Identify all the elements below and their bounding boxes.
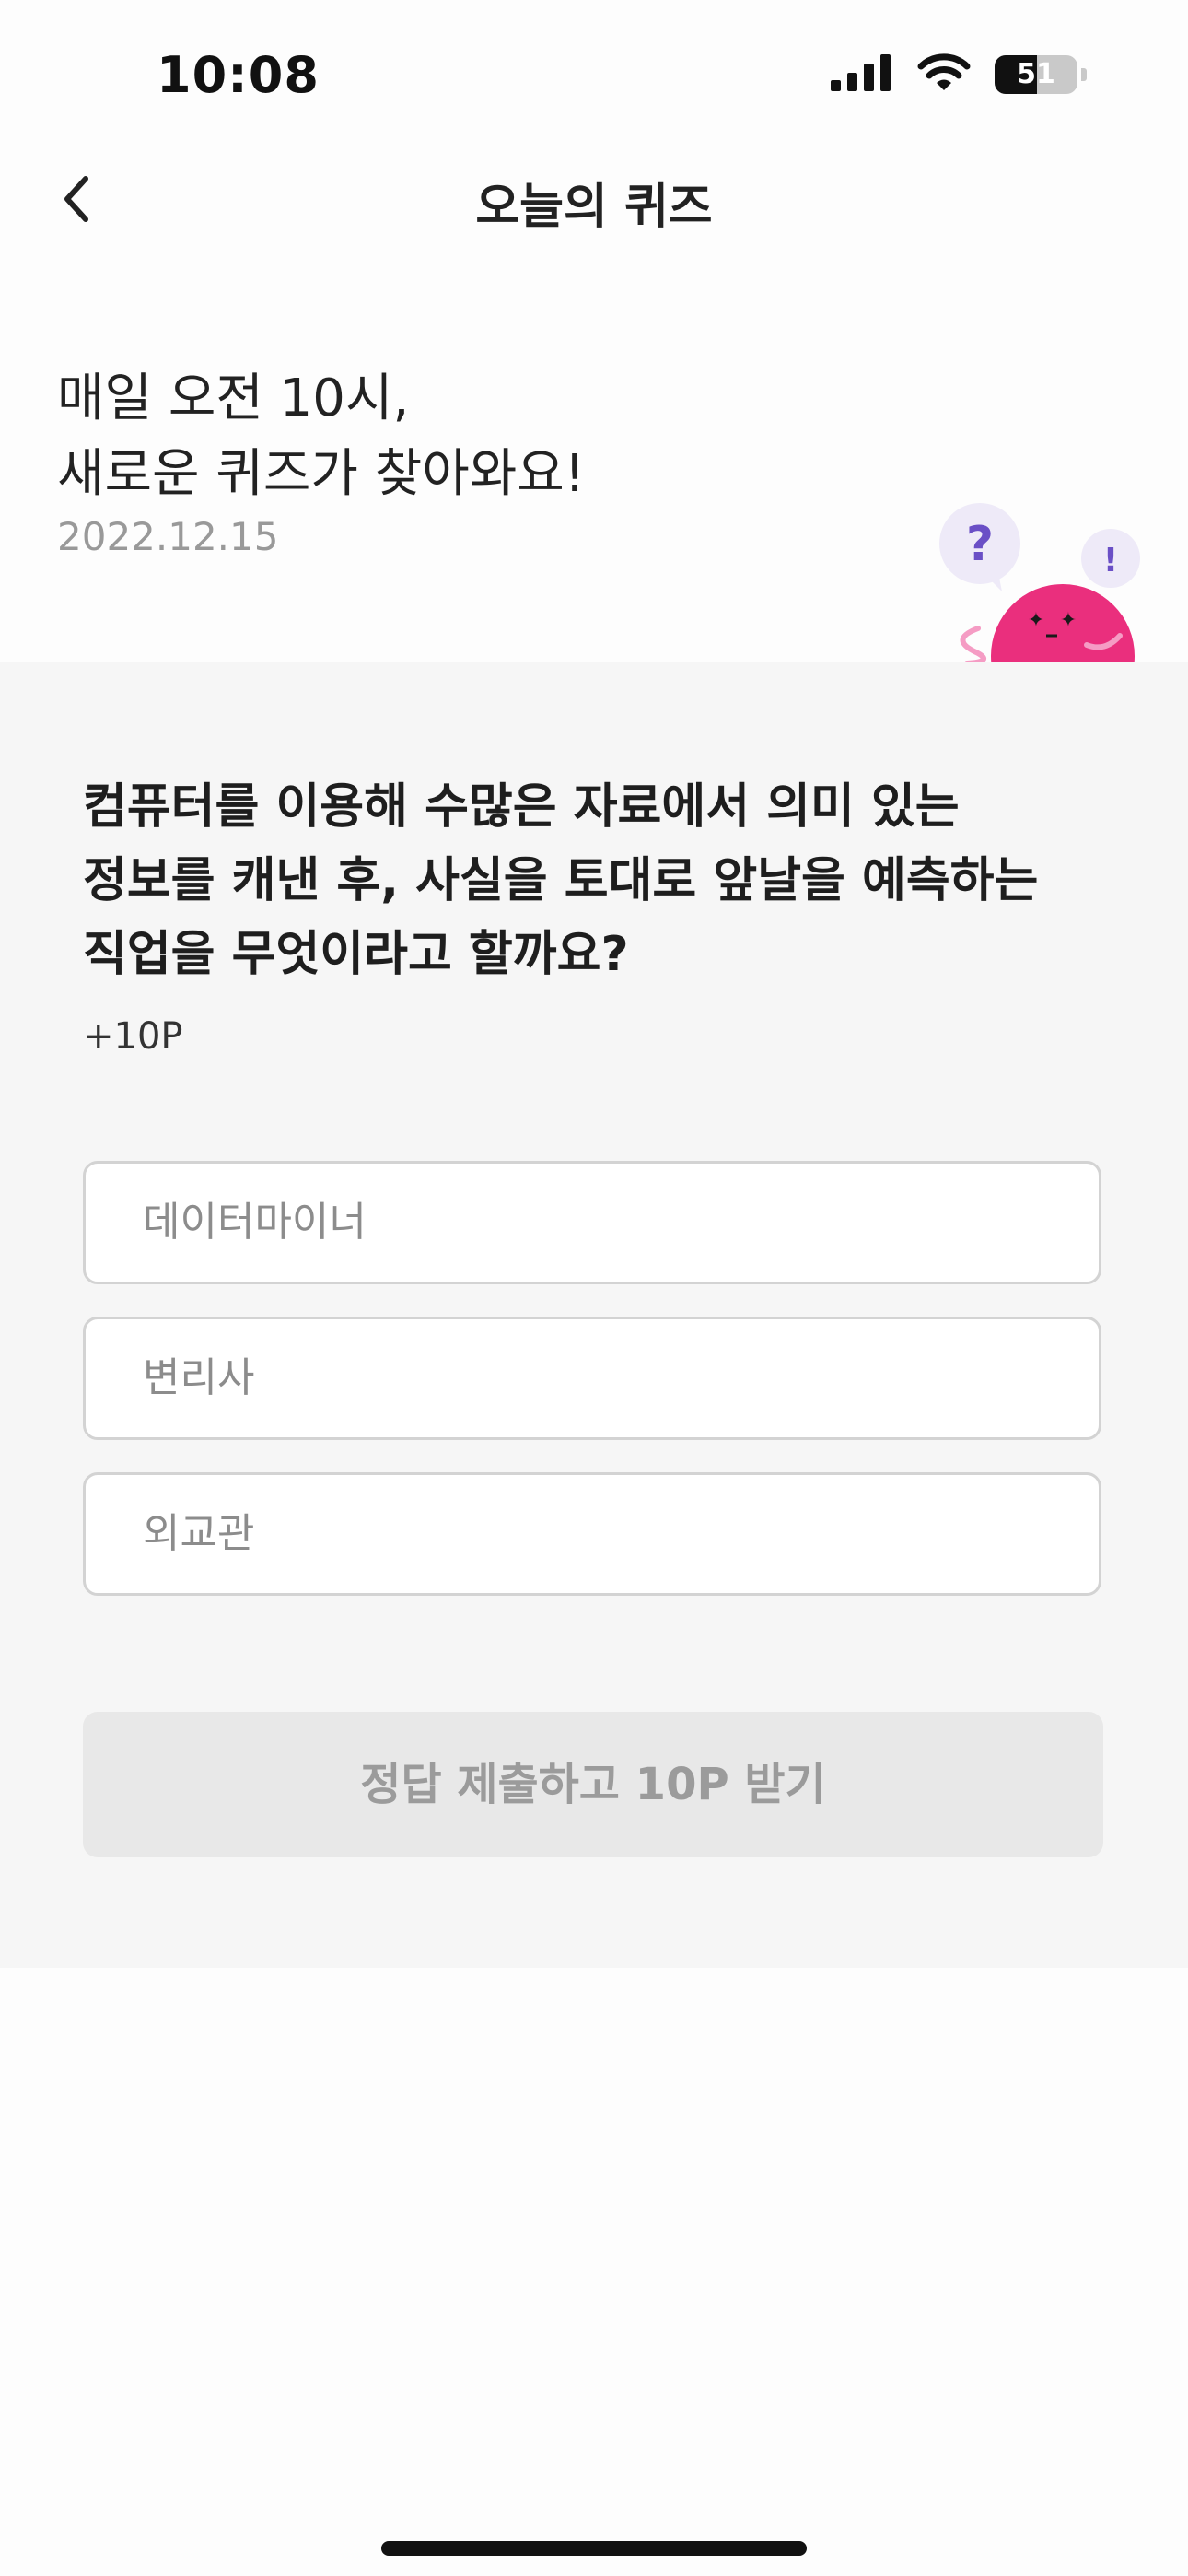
submit-answer-button[interactable]: 정답 제출하고 10P 받기 [83, 1712, 1103, 1857]
svg-text:✦: ✦ [1028, 609, 1044, 632]
answer-option-label: 외교관 [143, 1510, 255, 1557]
svg-text:✦: ✦ [1060, 609, 1077, 632]
answer-option-1[interactable]: 데이터마이너 [83, 1161, 1101, 1284]
svg-text:?: ? [966, 517, 994, 572]
answer-option-2[interactable]: 변리사 [83, 1317, 1101, 1440]
intro-heading-line1: 매일 오전 10시, [57, 369, 410, 428]
status-icons: 51 [831, 53, 1087, 96]
quiz-mascot-icon: ? ! ✦ ✦ [930, 488, 1151, 663]
intro-heading-line2: 새로운 퀴즈가 찾아와요! [57, 444, 586, 504]
quiz-date: 2022.12.15 [57, 514, 279, 559]
page-title: 오늘의 퀴즈 [475, 180, 713, 235]
quiz-question: 컴퓨터를 이용해 수많은 자료에서 의미 있는 정보를 캐낸 후, 사실을 토대… [83, 779, 1039, 982]
answer-option-label: 변리사 [143, 1354, 255, 1401]
navigation-header: 오늘의 퀴즈 [0, 157, 1188, 244]
cellular-signal-icon [831, 54, 893, 95]
quiz-points: +10P [83, 1015, 183, 1058]
home-indicator[interactable] [381, 2541, 807, 2556]
answer-option-label: 데이터마이너 [143, 1199, 367, 1246]
intro-section: 매일 오전 10시, 새로운 퀴즈가 찾아와요! 2022.12.15 [57, 361, 886, 559]
status-bar: 10:08 51 [0, 0, 1188, 157]
quiz-panel: 컴퓨터를 이용해 수많은 자료에서 의미 있는 정보를 캐낸 후, 사실을 토대… [0, 662, 1188, 1968]
battery-cap [1081, 68, 1087, 81]
answer-option-3[interactable]: 외교관 [83, 1472, 1101, 1596]
svg-text:!: ! [1103, 542, 1118, 580]
wifi-icon [917, 53, 971, 96]
status-time: 10:08 [157, 46, 320, 104]
battery-level: 51 [1017, 58, 1055, 90]
battery-icon: 51 [995, 55, 1077, 94]
